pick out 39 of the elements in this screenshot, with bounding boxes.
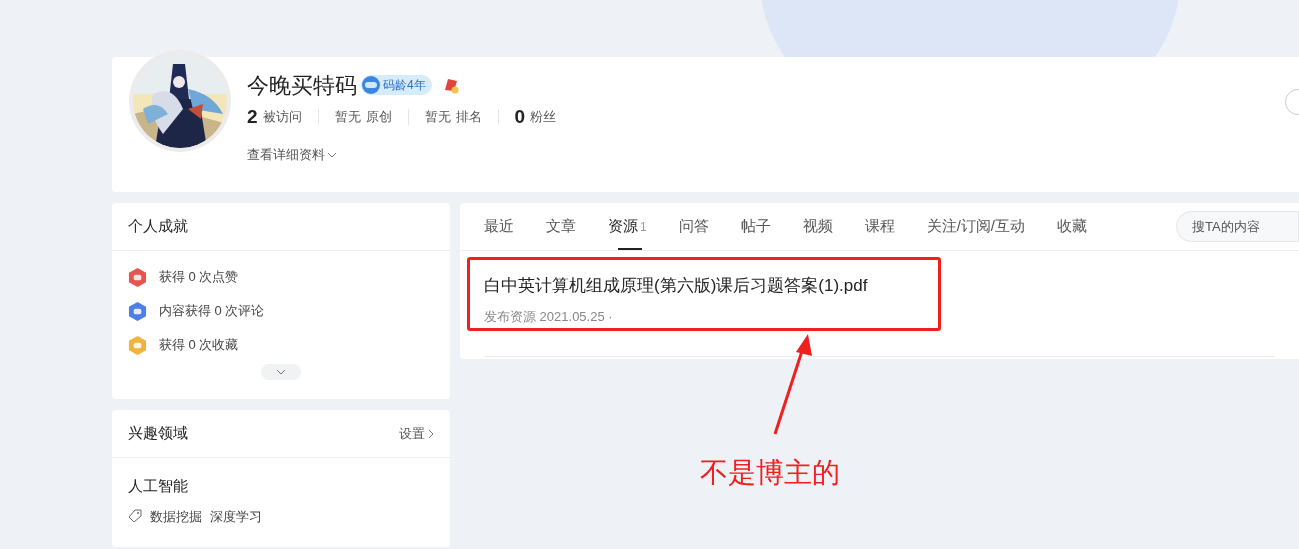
resource-meta: 发布资源 2021.05.25 · bbox=[484, 307, 614, 326]
tab[interactable]: 最近 bbox=[484, 203, 514, 250]
stat-label: 原创 bbox=[365, 108, 392, 127]
tab[interactable]: 文章 bbox=[546, 203, 576, 250]
achievement-text: 获得 0 次点赞 bbox=[159, 268, 239, 287]
resource-title[interactable]: 白中英计算机组成原理(第六版)课后习题答案(1).pdf bbox=[484, 273, 1275, 299]
tab[interactable]: 课程 bbox=[864, 203, 895, 250]
stat-value: 暂无 bbox=[334, 108, 361, 127]
stat-label: 被访问 bbox=[262, 108, 302, 127]
interest-field: 人工智能 bbox=[128, 475, 434, 498]
stat-value: 2 bbox=[247, 104, 258, 129]
chevron-right-icon bbox=[428, 428, 434, 439]
tab[interactable]: 资源 1 bbox=[608, 203, 647, 250]
tab[interactable]: 问答 bbox=[678, 203, 709, 250]
tag-icon bbox=[128, 509, 142, 524]
code-badge-icon bbox=[361, 75, 381, 95]
achievement-text: 获得 0 次收藏 bbox=[159, 336, 239, 355]
stat-value: 暂无 bbox=[424, 108, 451, 127]
details-link[interactable]: 查看详细资料 bbox=[247, 145, 337, 165]
tab[interactable]: 帖子 bbox=[740, 203, 771, 250]
user-name: 今晚买特码 bbox=[247, 71, 357, 100]
expand-button[interactable] bbox=[261, 364, 301, 380]
section-title: 兴趣领域 bbox=[128, 423, 188, 444]
stat-value: 0 bbox=[514, 104, 526, 129]
tab[interactable]: 收藏 bbox=[1057, 203, 1088, 250]
interest-tag[interactable]: 数据挖掘 bbox=[150, 506, 202, 526]
tab[interactable]: 关注/订阅/互动 bbox=[926, 203, 1026, 250]
annotation-text: 不是博主的 bbox=[700, 456, 840, 490]
chevron-down-icon bbox=[276, 369, 286, 375]
achievement-text: 内容获得 0 次评论 bbox=[159, 302, 265, 321]
settings-link[interactable]: 设置 bbox=[399, 423, 434, 444]
chevron-down-icon bbox=[327, 151, 337, 158]
stat-label: 排名 bbox=[455, 108, 482, 127]
section-title: 个人成就 bbox=[128, 216, 188, 237]
search-field[interactable]: 搜TA的内容 bbox=[1176, 211, 1299, 242]
tab[interactable]: 视频 bbox=[802, 203, 833, 250]
seniority-badge: 码龄4年 bbox=[361, 75, 432, 95]
stat-label: 粉丝 bbox=[530, 108, 557, 127]
interest-tag[interactable]: 深度学习 bbox=[210, 506, 262, 526]
